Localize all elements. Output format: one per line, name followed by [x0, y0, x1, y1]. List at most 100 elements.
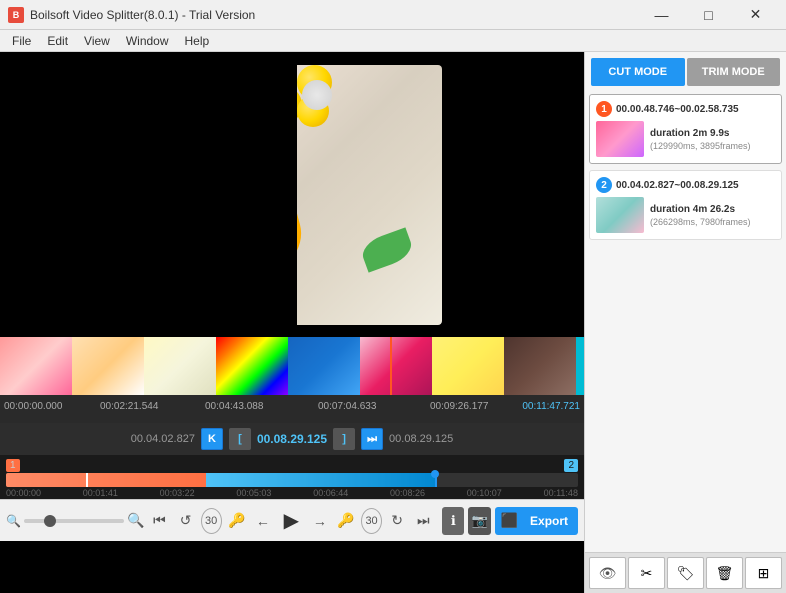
key-frame-button[interactable]: K [201, 428, 223, 450]
tl2-marker1 [86, 473, 88, 487]
segment-2-info: duration 4m 26.2s (266298ms, 7980frames) [650, 204, 751, 227]
segment-2-time: 00.04.02.827~00.08.29.125 [616, 180, 739, 191]
right-panel: CUT MODE TRIM MODE 1 00.00.48.746~00.02.… [584, 52, 786, 593]
segment-1-info: duration 2m 9.9s (129990ms, 3895frames) [650, 128, 751, 151]
zoom-thumb[interactable] [44, 515, 56, 527]
export-icon: ⬛ [497, 512, 522, 529]
tl2-num-7: 00:11:48 [544, 488, 578, 498]
edit-time-end: 00.08.29.125 [389, 433, 453, 445]
edit-bar: 00.04.02.827 K [ 00.08.29.125 ] ⏭ 00.08.… [0, 423, 584, 455]
menubar: File Edit View Window Help [0, 30, 786, 52]
menu-view[interactable]: View [76, 32, 118, 50]
maximize-button[interactable]: □ [686, 1, 731, 29]
fast-forward-button[interactable]: ↻ [386, 507, 408, 535]
export-button[interactable]: Export [522, 507, 576, 535]
key-plus-button[interactable]: 🔑 [335, 507, 357, 535]
timeline2-nums: 00:00:00 00:01:41 00:03:22 00:05:03 00:0… [0, 487, 584, 498]
prev-frame-button[interactable]: ← [252, 507, 274, 535]
close-button[interactable]: ✕ [733, 1, 778, 29]
tag-segment-button[interactable]: 🏷 [667, 557, 704, 589]
tl2-num-2: 00:03:22 [160, 488, 195, 498]
tl2-label-1: 1 [6, 459, 20, 472]
titlebar-title: Boilsoft Video Splitter(8.0.1) - Trial V… [30, 8, 255, 22]
video-frame [142, 65, 442, 325]
zoom-in-icon: 🔍 [6, 514, 21, 528]
play-button[interactable]: ▶ [278, 504, 305, 538]
edit-time-start: 00.04.02.827 [131, 433, 195, 445]
jump-end-button[interactable]: ⏭ [361, 428, 383, 450]
step-back-button[interactable]: 30 [201, 508, 222, 534]
skip-start-button[interactable]: ⏮ [148, 507, 170, 535]
thumb-1 [0, 337, 72, 395]
titlebar: B Boilsoft Video Splitter(8.0.1) - Trial… [0, 0, 786, 30]
tl2-num-0: 00:00:00 [6, 488, 41, 498]
segment-2-num: 2 [596, 177, 612, 193]
segment-1-body: duration 2m 9.9s (129990ms, 3895frames) [596, 121, 775, 157]
thumbnail-strip [0, 337, 584, 395]
tl-marker-2: 00:04:43.088 [205, 401, 263, 412]
bottom-controls: 🔍 🔍 ⏮ ↺ 30 🔑 ← ▶ → 🔑 30 ↻ ⏭ ℹ 📷 ⬛ [0, 499, 584, 541]
timeline2-track[interactable] [6, 473, 578, 487]
info-button[interactable]: ℹ [442, 507, 464, 535]
tl-marker-3: 00:07:04.633 [318, 401, 376, 412]
tl-marker-0: 00:00:00.000 [4, 401, 62, 412]
video-preview [0, 52, 584, 337]
tl2-num-1: 00:01:41 [83, 488, 118, 498]
zoom-slider[interactable] [24, 519, 124, 523]
cut-mode-button[interactable]: CUT MODE [591, 58, 685, 86]
screenshot-button[interactable]: 📷 [468, 507, 490, 535]
thumb-highlight [576, 337, 584, 395]
segment-item-2[interactable]: 2 00.04.02.827~00.08.29.125 duration 4m … [589, 170, 782, 240]
segment-2-body: duration 4m 26.2s (266298ms, 7980frames) [596, 197, 775, 233]
segment-1-time: 00.00.48.746~00.02.58.735 [616, 104, 739, 115]
cut-line [390, 337, 392, 395]
step-forward-button[interactable]: 30 [361, 508, 382, 534]
main-content: 00:00:00.000 00:02:21.544 00:04:43.088 0… [0, 52, 786, 593]
trim-mode-button[interactable]: TRIM MODE [687, 58, 781, 86]
segment-2-duration: duration 4m 26.2s [650, 204, 751, 215]
thumb-4 [216, 337, 288, 395]
app-icon: B [8, 7, 24, 23]
key-minus-button[interactable]: 🔑 [226, 507, 248, 535]
segment2-bar [206, 473, 435, 487]
segment-2-ms: (266298ms, 7980frames) [650, 217, 751, 227]
segment-1-duration: duration 2m 9.9s [650, 128, 751, 139]
split-segment-button[interactable]: ⊞ [745, 557, 782, 589]
mark-in-button[interactable]: [ [229, 428, 251, 450]
titlebar-left: B Boilsoft Video Splitter(8.0.1) - Trial… [8, 7, 255, 23]
next-frame-button[interactable]: → [309, 507, 331, 535]
thumb-7 [432, 337, 504, 395]
menu-file[interactable]: File [4, 32, 39, 50]
tl2-num-3: 00:05:03 [236, 488, 271, 498]
thumb-5 [288, 337, 360, 395]
segment-1-ms: (129990ms, 3895frames) [650, 141, 751, 151]
segment-item-1[interactable]: 1 00.00.48.746~00.02.58.735 duration 2m … [589, 94, 782, 164]
menu-edit[interactable]: Edit [39, 32, 76, 50]
segment-list: 1 00.00.48.746~00.02.58.735 duration 2m … [585, 90, 786, 552]
preview-segment-button[interactable]: 👁 [589, 557, 626, 589]
mark-out-button[interactable]: ] [333, 428, 355, 450]
timeline2[interactable]: 1 2 00:00:00 00:01:41 00:03:22 00:05:03 … [0, 455, 584, 499]
delete-segment-button[interactable]: 🗑 [706, 557, 743, 589]
thumb-3 [144, 337, 216, 395]
tl2-num-4: 00:06:44 [313, 488, 348, 498]
thumb-8 [504, 337, 576, 395]
titlebar-controls: — □ ✕ [639, 1, 778, 29]
zoom-out-icon: 🔍 [127, 512, 144, 529]
cut-segment-button[interactable]: ✂ [628, 557, 665, 589]
minimize-button[interactable]: — [639, 1, 684, 29]
tl-marker-4: 00:09:26.177 [430, 401, 488, 412]
tl2-playhead [431, 470, 439, 478]
tl2-label-2: 2 [564, 459, 578, 472]
timeline-ruler: 00:00:00.000 00:02:21.544 00:04:43.088 0… [0, 395, 584, 423]
skip-end-button[interactable]: ⏭ [412, 507, 434, 535]
rewind-button[interactable]: ↺ [175, 507, 197, 535]
segment-1-num: 1 [596, 101, 612, 117]
menu-help[interactable]: Help [177, 32, 218, 50]
tl2-num-5: 00:08:26 [390, 488, 425, 498]
tl-current: 00:11:47.721 [522, 401, 580, 412]
menu-window[interactable]: Window [118, 32, 177, 50]
segment1-bar [6, 473, 206, 487]
thumb-2 [72, 337, 144, 395]
zoom-area: 🔍 🔍 [6, 512, 144, 529]
